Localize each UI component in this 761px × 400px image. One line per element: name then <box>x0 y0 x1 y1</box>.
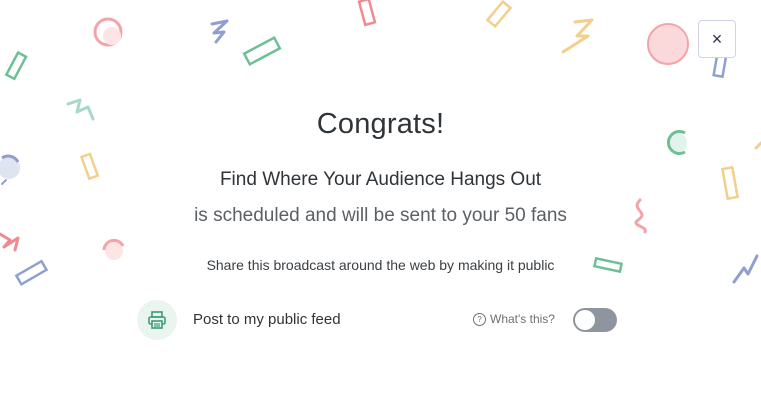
confetti-circle <box>93 17 123 47</box>
confetti-circle <box>103 27 121 45</box>
scheduled-message: is scheduled and will be sent to your 50… <box>194 205 567 226</box>
confetti-rect <box>357 0 377 27</box>
confetti-rect <box>485 0 513 29</box>
confetti-circle <box>647 23 689 65</box>
confetti-squiggle <box>561 18 594 54</box>
confetti-arc <box>102 238 125 251</box>
confetti-squiggle <box>0 232 20 252</box>
congrats-title: Congrats! <box>316 108 445 140</box>
close-button[interactable]: × <box>698 20 736 58</box>
confetti-rect <box>242 36 282 66</box>
close-icon: × <box>711 28 723 49</box>
broadcast-title: Find Where Your Audience Hangs Out <box>219 169 542 190</box>
public-feed-label: Post to my public feed <box>193 311 341 328</box>
confetti-rect <box>4 50 28 81</box>
whats-this-text: What's this? <box>490 312 555 326</box>
question-icon: ? <box>473 312 486 326</box>
confetti-squiggle <box>754 141 761 150</box>
confetti-squiggle <box>210 19 229 44</box>
share-instructions: Share this broadcast around the web by m… <box>206 257 555 273</box>
confetti-circle <box>647 25 687 65</box>
whats-this-link[interactable]: ? What's this? <box>473 312 555 326</box>
confetti-decoration <box>0 0 761 287</box>
toggle-knob <box>575 310 595 330</box>
public-feed-row: Post to my public feed ? What's this? <box>137 300 617 340</box>
printer-icon <box>137 300 177 340</box>
public-feed-toggle[interactable] <box>573 308 617 332</box>
confetti-arc <box>1 154 20 163</box>
